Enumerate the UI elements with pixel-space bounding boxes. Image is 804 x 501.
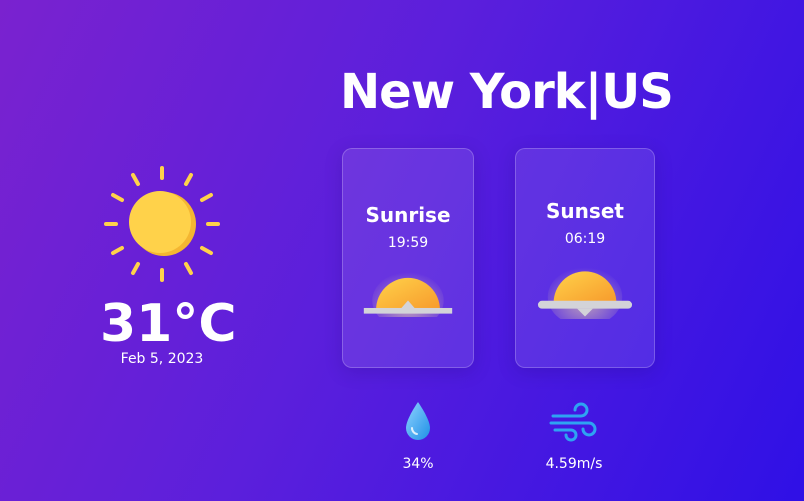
sunset-label: Sunset <box>546 199 624 223</box>
humidity-value: 34% <box>402 456 434 472</box>
wind-value: 4.59m/s <box>545 456 603 472</box>
temperature: 31°C <box>100 294 237 354</box>
sun-icon <box>104 166 220 282</box>
sunrise-card: Sunrise 19:59 <box>342 148 474 368</box>
sunrise-icon <box>363 272 453 317</box>
wind-icon <box>549 402 597 442</box>
sunrise-label: Sunrise <box>365 203 451 227</box>
sunset-icon <box>537 267 633 319</box>
sunset-time: 06:19 <box>564 231 606 247</box>
city-title: New York|US <box>340 64 674 120</box>
sunset-card: Sunset 06:19 <box>515 148 655 368</box>
date: Feb 5, 2023 <box>120 351 204 367</box>
droplet-icon <box>406 402 430 440</box>
sunrise-time: 19:59 <box>387 235 429 251</box>
